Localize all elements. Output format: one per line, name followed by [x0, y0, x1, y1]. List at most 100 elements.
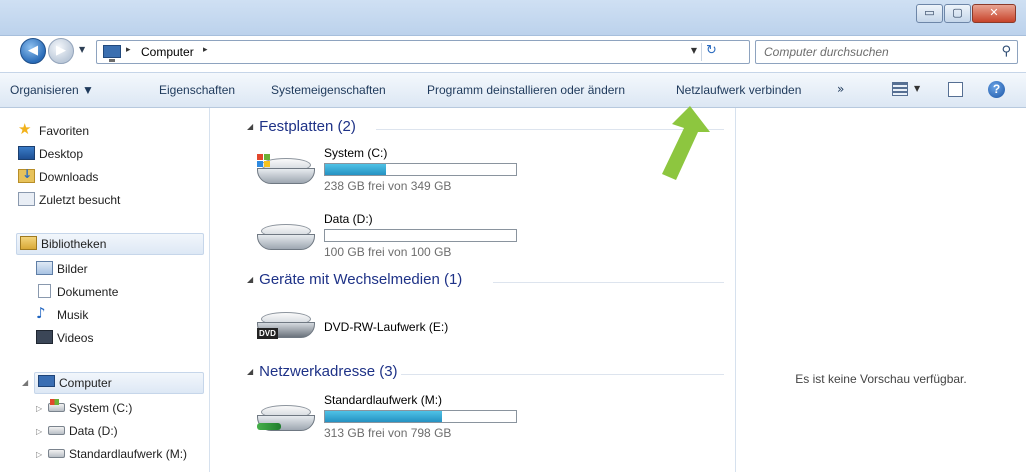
- annotation-arrow-icon: [662, 106, 710, 180]
- close-icon: ✕: [989, 6, 999, 19]
- drive-c-free-space: 238 GB frei von 349 GB: [324, 179, 452, 193]
- network-drive-icon: [48, 449, 65, 458]
- system-properties-button[interactable]: Systemeigenschaften: [271, 83, 386, 97]
- drive-e-name: DVD-RW-Laufwerk (E:): [324, 320, 449, 334]
- breadcrumb-separator[interactable]: ▸: [126, 45, 131, 55]
- no-preview-message: Es ist keine Vorschau verfügbar.: [795, 372, 967, 386]
- breadcrumb-computer[interactable]: Computer: [141, 45, 194, 59]
- nav-documents-label: Dokumente: [57, 285, 119, 299]
- search-icon[interactable]: ⚲: [1001, 44, 1011, 59]
- library-icon: [20, 236, 37, 250]
- nav-desktop[interactable]: Desktop: [18, 144, 198, 164]
- back-arrow-icon: ◀: [28, 43, 38, 58]
- nav-drive-d-label: Data (D:): [69, 424, 118, 438]
- desktop-icon: [18, 146, 35, 160]
- forward-arrow-icon: ▶: [56, 43, 66, 58]
- collapse-triangle-icon[interactable]: ◢: [247, 122, 253, 131]
- back-button[interactable]: ◀: [20, 38, 46, 64]
- search-placeholder: Computer durchsuchen: [764, 45, 889, 59]
- search-input[interactable]: Computer durchsuchen ⚲: [755, 40, 1018, 64]
- drive-d-expander-icon[interactable]: ▷: [36, 427, 42, 436]
- breadcrumb-separator[interactable]: ▸: [203, 45, 208, 55]
- address-bar[interactable]: ▸ Computer ▸ ▼ ↻: [96, 40, 750, 64]
- dvd-badge: DVD: [257, 328, 278, 339]
- nav-recent[interactable]: Zuletzt besucht: [18, 190, 198, 210]
- close-button[interactable]: ✕: [972, 4, 1016, 23]
- nav-downloads-label: Downloads: [39, 170, 99, 184]
- drive-d-name: Data (D:): [324, 212, 373, 226]
- nav-favorites[interactable]: ★ Favoriten: [18, 120, 198, 141]
- help-icon[interactable]: ?: [988, 81, 1005, 98]
- nav-libraries[interactable]: Bibliotheken: [16, 233, 204, 255]
- computer-icon: [38, 375, 55, 387]
- window-controls: ▭ ▢ ✕: [915, 4, 1016, 23]
- nav-drive-c-label: System (C:): [69, 401, 133, 415]
- nav-downloads[interactable]: Downloads: [18, 167, 198, 187]
- nav-music[interactable]: ♪ Musik: [36, 304, 196, 325]
- drive-c-expander-icon[interactable]: ▷: [36, 404, 42, 413]
- dvd-drive-icon: DVD: [255, 312, 317, 348]
- history-dropdown-icon[interactable]: ▼: [79, 45, 85, 54]
- minimize-icon: ▭: [924, 6, 935, 19]
- group-network[interactable]: ◢ Netzwerkadresse (3): [247, 363, 398, 380]
- recent-places-icon: [18, 192, 35, 206]
- minimize-button[interactable]: ▭: [916, 4, 943, 23]
- nav-pictures-label: Bilder: [57, 262, 88, 276]
- group-removable[interactable]: ◢ Geräte mit Wechselmedien (1): [247, 271, 462, 288]
- collapse-triangle-icon[interactable]: ◢: [247, 275, 253, 284]
- nav-libraries-label: Bibliotheken: [41, 237, 107, 251]
- drive-item-c[interactable]: System (C:) 238 GB frei von 349 GB: [255, 146, 535, 206]
- group-divider: [493, 282, 724, 283]
- nav-videos[interactable]: Videos: [36, 328, 196, 348]
- drive-d-usage-bar: [324, 229, 517, 242]
- computer-icon: [103, 45, 121, 62]
- drive-m-expander-icon[interactable]: ▷: [36, 450, 42, 459]
- videos-icon: [36, 330, 53, 344]
- nav-pictures[interactable]: Bilder: [36, 259, 196, 279]
- nav-favorites-label: Favoriten: [39, 124, 90, 138]
- navigation-pane: ★ Favoriten Desktop Downloads Zuletzt be…: [0, 108, 210, 472]
- nav-computer[interactable]: Computer: [34, 372, 204, 394]
- documents-icon: [38, 284, 51, 298]
- maximize-icon: ▢: [952, 6, 963, 19]
- command-bar: Organisieren ▼ Eigenschaften Systemeigen…: [0, 72, 1026, 108]
- more-commands-button[interactable]: »: [837, 82, 844, 96]
- nav-drive-c[interactable]: System (C:): [48, 398, 198, 418]
- uninstall-program-button[interactable]: Programm deinstallieren oder ändern: [427, 83, 625, 97]
- address-dropdown-icon[interactable]: ▼: [691, 46, 697, 55]
- group-hard-disks[interactable]: ◢ Festplatten (2): [247, 118, 356, 135]
- organize-menu[interactable]: Organisieren ▼: [10, 83, 94, 97]
- drive-item-e[interactable]: DVD DVD-RW-Laufwerk (E:): [255, 300, 535, 360]
- refresh-icon[interactable]: ↻: [701, 43, 721, 61]
- drive-m-usage-bar: [324, 410, 517, 423]
- computer-expander-icon[interactable]: ◢: [22, 378, 28, 387]
- system-drive-icon: [48, 399, 65, 412]
- group-removable-label: Geräte mit Wechselmedien (1): [259, 271, 463, 288]
- nav-drive-m[interactable]: Standardlaufwerk (M:): [48, 444, 208, 464]
- drive-item-m[interactable]: Standardlaufwerk (M:) 313 GB frei von 79…: [255, 393, 535, 453]
- drive-c-name: System (C:): [324, 146, 388, 160]
- forward-button[interactable]: ▶: [48, 38, 74, 64]
- nav-desktop-label: Desktop: [39, 147, 84, 161]
- preview-pane-icon[interactable]: [948, 82, 963, 97]
- drive-d-free-space: 100 GB frei von 100 GB: [324, 245, 452, 259]
- drive-m-free-space: 313 GB frei von 798 GB: [324, 426, 452, 440]
- hard-drive-icon: [48, 426, 65, 435]
- properties-button[interactable]: Eigenschaften: [159, 83, 235, 97]
- nav-computer-label: Computer: [59, 376, 112, 390]
- network-drive-icon: [255, 405, 317, 441]
- nav-recent-label: Zuletzt besucht: [39, 193, 121, 207]
- view-options-dropdown-icon[interactable]: ▼: [914, 84, 920, 93]
- hard-drive-icon: [255, 224, 317, 260]
- group-hard-disks-label: Festplatten (2): [259, 118, 356, 135]
- map-network-drive-button[interactable]: Netzlaufwerk verbinden: [676, 83, 801, 97]
- change-view-icon[interactable]: [892, 82, 908, 96]
- nav-documents[interactable]: Dokumente: [36, 282, 196, 302]
- star-icon: ★: [18, 120, 32, 138]
- drive-item-d[interactable]: Data (D:) 100 GB frei von 100 GB: [255, 212, 535, 272]
- nav-videos-label: Videos: [57, 331, 94, 345]
- music-icon: ♪: [36, 304, 46, 322]
- maximize-button[interactable]: ▢: [944, 4, 971, 23]
- nav-drive-d[interactable]: Data (D:): [48, 421, 198, 441]
- collapse-triangle-icon[interactable]: ◢: [247, 367, 253, 376]
